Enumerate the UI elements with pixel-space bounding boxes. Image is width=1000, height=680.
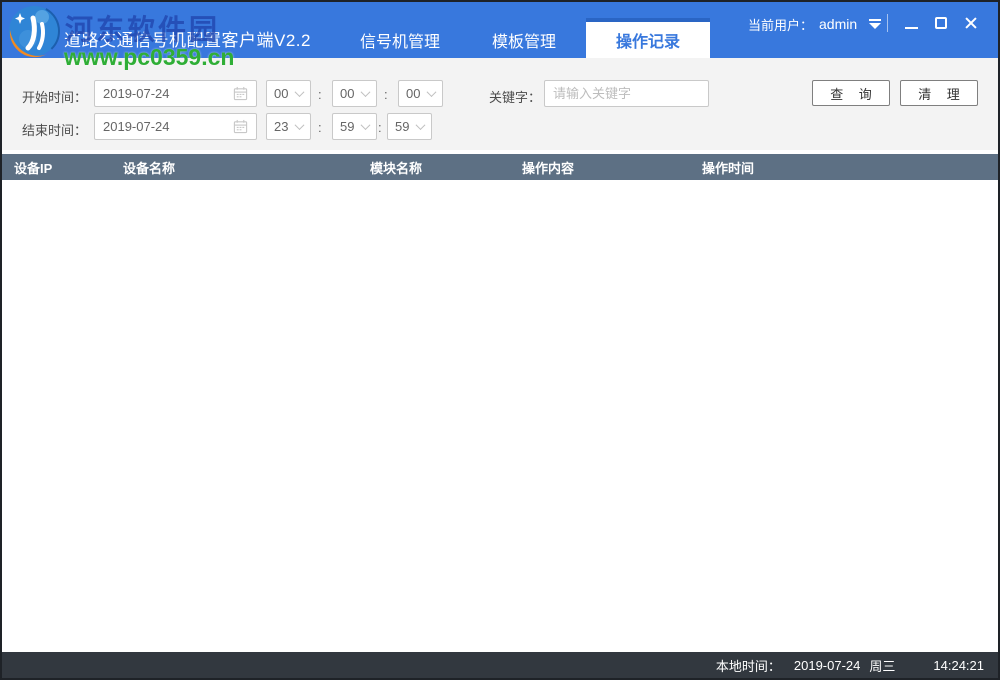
close-icon — [964, 16, 978, 30]
tab-signal-management[interactable]: 信号机管理 — [338, 2, 462, 58]
statusbar: 本地时间： 2019-07-24 周三 14:24:21 — [2, 652, 998, 678]
main-tabs: 信号机管理 模板管理 操作记录 — [338, 2, 710, 58]
maximize-icon — [935, 17, 947, 29]
window-controls — [896, 2, 986, 44]
end-hour-select[interactable]: 23 — [266, 113, 311, 140]
current-user-label: 当前用户： — [748, 15, 813, 34]
start-minute-select[interactable]: 00 — [332, 80, 377, 107]
app-title: 道路交通信号机配置客户端V2.2 — [64, 26, 311, 51]
maximize-button[interactable] — [926, 8, 956, 38]
chevron-down-icon — [295, 120, 305, 130]
local-date: 2019-07-24 — [794, 658, 861, 673]
local-weekday: 周三 — [869, 656, 895, 675]
query-button[interactable]: 查 询 — [812, 80, 890, 106]
chevron-down-icon — [361, 120, 371, 130]
chevron-down-icon — [361, 87, 371, 97]
column-header-operation-content: 操作内容 — [522, 158, 702, 177]
start-date-picker[interactable]: 2019-07-24 — [94, 80, 257, 107]
end-time-label: 结束时间： — [22, 120, 87, 139]
minimize-icon — [905, 27, 918, 29]
titlebar-separator — [887, 14, 888, 32]
time-colon: : — [384, 87, 388, 102]
time-colon: : — [378, 120, 382, 135]
keyword-label: 关键字： — [489, 87, 541, 106]
current-user-name: admin — [819, 16, 857, 32]
start-second-value: 00 — [406, 86, 420, 101]
user-dropdown-icon[interactable] — [869, 19, 881, 29]
app-logo-icon — [6, 4, 62, 60]
end-minute-select[interactable]: 59 — [332, 113, 377, 140]
start-hour-select[interactable]: 00 — [266, 80, 311, 107]
time-colon: : — [318, 87, 322, 102]
column-header-device-ip: 设备IP — [2, 158, 123, 177]
column-header-module-name: 模块名称 — [370, 158, 522, 177]
keyword-input[interactable] — [544, 80, 709, 107]
end-hour-value: 23 — [274, 119, 288, 134]
column-header-operation-time: 操作时间 — [702, 158, 998, 177]
app-window: 信号机管理 模板管理 操作记录 道路交通信号机配置客户端V2.2 当前用户： a… — [0, 0, 1000, 680]
minimize-button[interactable] — [896, 8, 926, 38]
column-header-device-name: 设备名称 — [123, 158, 370, 177]
chevron-down-icon — [427, 87, 437, 97]
start-minute-value: 00 — [340, 86, 354, 101]
clear-button[interactable]: 清 理 — [900, 80, 978, 106]
end-second-value: 59 — [395, 119, 409, 134]
chevron-down-icon — [416, 120, 426, 130]
end-minute-value: 59 — [340, 119, 354, 134]
tab-operation-record[interactable]: 操作记录 — [586, 18, 710, 58]
tab-template-management[interactable]: 模板管理 — [462, 2, 586, 58]
local-time-label: 本地时间： — [716, 656, 781, 675]
end-date-value: 2019-07-24 — [103, 119, 170, 134]
calendar-icon — [233, 86, 248, 101]
table-body — [2, 180, 998, 652]
start-second-select[interactable]: 00 — [398, 80, 443, 107]
user-area: 当前用户： admin — [748, 10, 881, 38]
local-time: 14:24:21 — [933, 658, 984, 673]
chevron-down-icon — [295, 87, 305, 97]
start-date-value: 2019-07-24 — [103, 86, 170, 101]
close-button[interactable] — [956, 8, 986, 38]
filter-toolbar: 开始时间： 2019-07-24 00 : 00 : 00 结束时间： 2019… — [2, 58, 998, 150]
start-time-label: 开始时间： — [22, 87, 87, 106]
end-date-picker[interactable]: 2019-07-24 — [94, 113, 257, 140]
calendar-icon — [233, 119, 248, 134]
time-colon: : — [318, 120, 322, 135]
start-hour-value: 00 — [274, 86, 288, 101]
titlebar: 信号机管理 模板管理 操作记录 道路交通信号机配置客户端V2.2 当前用户： a… — [2, 2, 998, 58]
end-second-select[interactable]: 59 — [387, 113, 432, 140]
table-header: 设备IP 设备名称 模块名称 操作内容 操作时间 — [2, 154, 998, 180]
